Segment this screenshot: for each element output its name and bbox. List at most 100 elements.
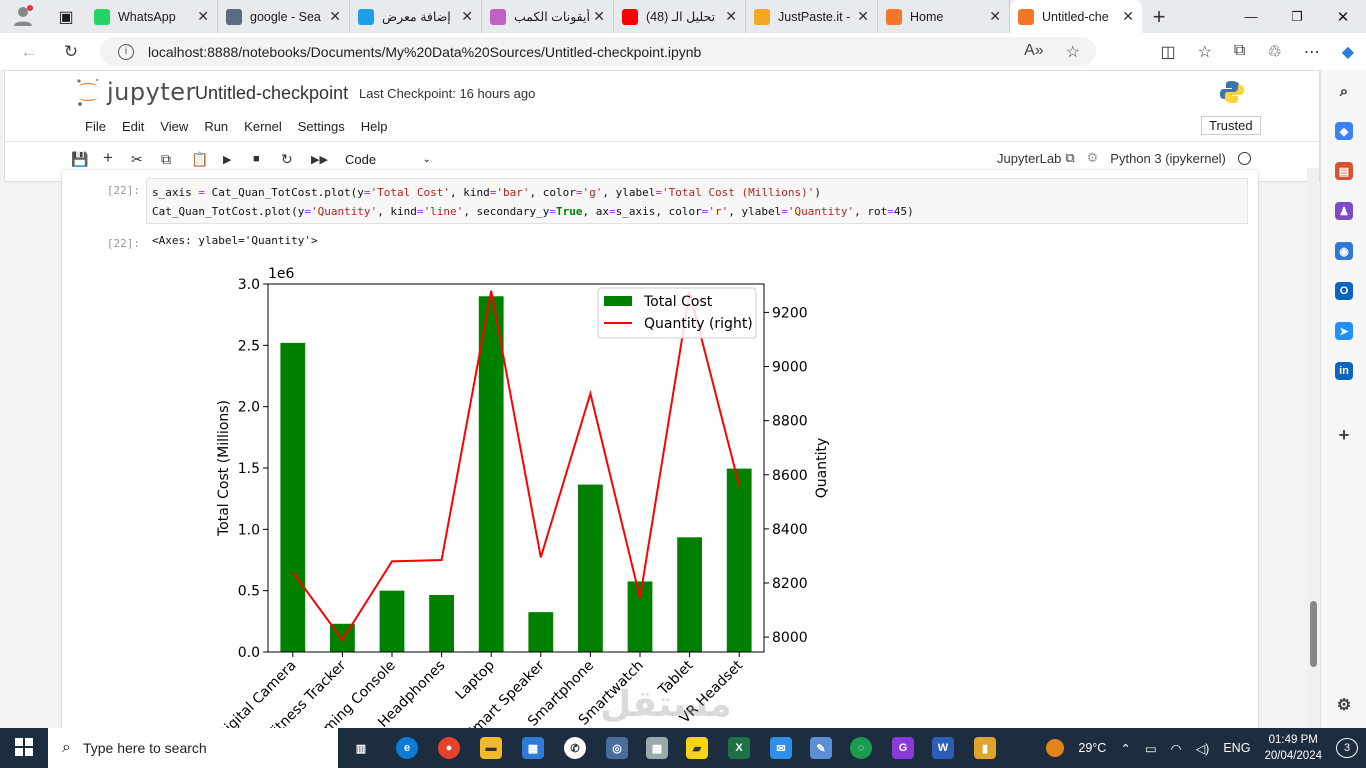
browser-tab[interactable]: (48) تحليل الـ ✕ <box>614 0 746 33</box>
menu-item-settings[interactable]: Settings <box>290 119 353 134</box>
menu-item-file[interactable]: File <box>77 119 114 134</box>
read-aloud-icon[interactable]: A» <box>1024 42 1044 62</box>
whatsapp-icon[interactable]: ✆ <box>564 737 586 759</box>
paint-icon[interactable]: ✎ <box>810 737 832 759</box>
jupyter-logo[interactable]: jupyter <box>75 77 196 107</box>
notifications-badge[interactable]: 3 <box>1336 738 1358 758</box>
more-menu-icon[interactable]: ⋯ <box>1304 42 1320 62</box>
sync-icon[interactable]: ◌ <box>850 737 872 759</box>
close-window-button[interactable]: ✕ <box>1320 8 1366 26</box>
url-bar[interactable]: i localhost:8888/notebooks/Documents/My%… <box>100 37 1096 66</box>
collections-icon[interactable]: ⧉ <box>1234 42 1245 62</box>
gear-icon[interactable]: ⚙ <box>1087 150 1099 166</box>
copy-icon[interactable]: ⧉ <box>161 151 171 168</box>
windows-logo-icon <box>15 737 33 756</box>
sticky-notes-icon[interactable]: ▰ <box>686 737 708 759</box>
tab-close-icon[interactable]: ✕ <box>197 8 209 25</box>
tab-close-icon[interactable]: ✕ <box>857 8 869 25</box>
powerbi-icon[interactable]: ▮ <box>974 737 996 759</box>
calculator-icon[interactable]: ▦ <box>646 737 668 759</box>
chevron-up-icon[interactable]: ⌃ <box>1120 741 1130 756</box>
browser-tab[interactable]: JustPaste.it - ✕ <box>746 0 878 33</box>
scrollbar-thumb[interactable] <box>1310 601 1317 667</box>
tab-close-icon[interactable]: ✕ <box>725 8 737 25</box>
run-all-icon[interactable]: ▶▶ <box>311 153 328 166</box>
wifi-icon[interactable]: ◠ <box>1171 741 1182 756</box>
refresh-button[interactable]: ↻ <box>56 42 86 62</box>
linkedin-icon[interactable]: in <box>1335 362 1353 380</box>
office-icon[interactable]: ◉ <box>1335 242 1353 260</box>
kernel-name[interactable]: Python 3 (ipykernel) <box>1110 151 1226 166</box>
chrome-icon[interactable]: ● <box>438 737 460 759</box>
search-icon[interactable]: ⌕ <box>1335 82 1353 100</box>
tab-close-icon[interactable]: ✕ <box>1122 8 1134 25</box>
clock[interactable]: 01:49 PM 20/04/2024 <box>1264 732 1322 764</box>
save-icon[interactable]: 💾 <box>71 151 88 168</box>
trusted-indicator[interactable]: Trusted <box>1201 116 1261 135</box>
mail-icon[interactable]: ✉ <box>770 737 792 759</box>
menu-item-view[interactable]: View <box>152 119 196 134</box>
browser-tab[interactable]: Untitled-che ✕ <box>1010 0 1142 33</box>
split-screen-icon[interactable]: ◫ <box>1160 42 1175 62</box>
minimize-button[interactable]: — <box>1228 9 1274 24</box>
browser-tab[interactable]: google - Sea ✕ <box>218 0 350 33</box>
page-scrollbar[interactable] <box>1307 168 1319 728</box>
profile-avatar[interactable] <box>0 4 46 29</box>
stop-icon[interactable]: ■ <box>253 153 260 165</box>
language-indicator[interactable]: ENG <box>1223 741 1250 755</box>
games-icon[interactable]: ♟ <box>1335 202 1353 220</box>
jupyterlab-link[interactable]: JupyterLab <box>997 151 1061 166</box>
edge-icon[interactable]: e <box>396 737 418 759</box>
favorite-star-icon[interactable]: ☆ <box>1066 42 1080 62</box>
copilot-icon[interactable]: ◆ <box>1342 42 1354 62</box>
notebook-title[interactable]: Untitled-checkpoint <box>195 83 348 104</box>
browser-tab[interactable]: إضافة معرض ✕ <box>350 0 482 33</box>
cell-type-select[interactable]: Code ⌄ <box>345 148 431 170</box>
store-icon[interactable]: ▦ <box>522 737 544 759</box>
tab-close-icon[interactable]: ✕ <box>989 8 1001 25</box>
drop-icon[interactable]: ➤ <box>1335 322 1353 340</box>
paste-icon[interactable]: 📋 <box>191 151 208 168</box>
sidebar-settings-icon[interactable]: ⚙ <box>1335 696 1353 714</box>
temperature[interactable]: 29°C <box>1078 741 1106 755</box>
insert-cell-icon[interactable]: + <box>103 148 113 168</box>
menu-item-kernel[interactable]: Kernel <box>236 119 290 134</box>
excel-icon[interactable]: X <box>728 737 750 759</box>
file-explorer-icon[interactable]: ▬ <box>480 737 502 759</box>
pdf-icon[interactable]: G <box>892 737 914 759</box>
code-cell-input[interactable]: s_axis = Cat_Quan_TotCost.plot(y='Total … <box>146 178 1248 224</box>
cut-icon[interactable]: ✂ <box>131 151 143 168</box>
favorites-icon[interactable]: ☆ <box>1198 42 1212 62</box>
start-button[interactable] <box>0 737 48 759</box>
battery-icon[interactable]: ▭ <box>1145 741 1157 756</box>
new-tab-button[interactable]: + <box>1142 4 1176 30</box>
menu-item-edit[interactable]: Edit <box>114 119 152 134</box>
tab-close-icon[interactable]: ✕ <box>461 8 473 25</box>
restart-icon[interactable]: ↻ <box>281 151 293 168</box>
task-view-icon[interactable]: ▥ <box>350 737 372 759</box>
browser-tab[interactable]: أيقونات الكمب ✕ <box>482 0 614 33</box>
tab-actions-icon[interactable]: ▣ <box>46 7 86 27</box>
menu-item-help[interactable]: Help <box>353 119 396 134</box>
outlook-icon[interactable]: O <box>1335 282 1353 300</box>
restore-button[interactable]: ❐ <box>1274 9 1320 25</box>
word-icon[interactable]: W <box>932 737 954 759</box>
tools-icon[interactable]: ▤ <box>1335 162 1353 180</box>
taskbar-search[interactable]: ⌕ Type here to search <box>48 728 338 768</box>
back-button[interactable]: ← <box>14 42 44 62</box>
app-icon[interactable]: ◎ <box>606 737 628 759</box>
input-prompt: [22]: <box>106 184 140 197</box>
add-sidebar-app-icon[interactable]: + <box>1335 425 1353 445</box>
tab-close-icon[interactable]: ✕ <box>329 8 341 25</box>
shopping-tag-icon[interactable]: ◈ <box>1335 122 1353 140</box>
volume-icon[interactable]: ◁) <box>1196 741 1210 756</box>
browser-tab[interactable]: Home ✕ <box>878 0 1010 33</box>
browser-tab[interactable]: WhatsApp ✕ <box>86 0 218 33</box>
left-tick-label-3: 1.5 <box>238 461 260 477</box>
extensions-icon[interactable]: ♲ <box>1267 42 1281 62</box>
tab-close-icon[interactable]: ✕ <box>593 8 605 25</box>
menu-item-run[interactable]: Run <box>196 119 236 134</box>
run-icon[interactable]: ▶ <box>223 153 231 166</box>
site-info-icon[interactable]: i <box>118 43 134 60</box>
weather-icon[interactable] <box>1046 739 1065 757</box>
